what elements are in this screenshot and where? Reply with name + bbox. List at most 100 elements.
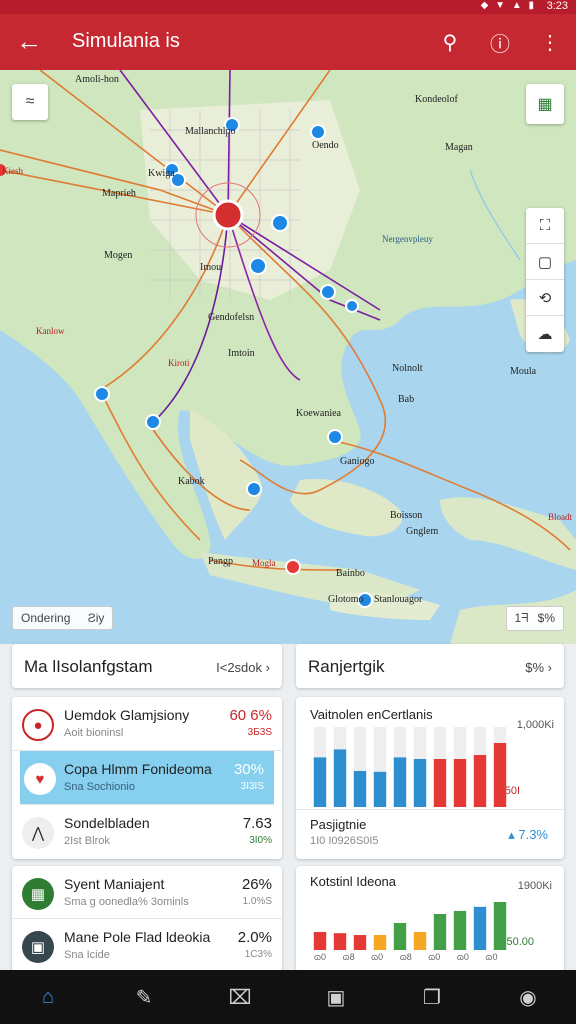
list-item[interactable]: ● Uemdok Glamjsiony Aoit bioninsl 60 6% … — [12, 697, 282, 751]
cloud-icon[interactable]: ☁ — [526, 316, 564, 352]
list-item[interactable]: ▣ Mane Pole Flad ldeokia Sna Icide 2.0% … — [12, 919, 282, 972]
right-card-title: Ranjertgik — [308, 657, 385, 676]
chart-bar — [333, 933, 347, 950]
square-icon[interactable]: ▢ — [526, 244, 564, 280]
ordering-label: Ondering — [21, 611, 71, 625]
price-suffix: $% — [537, 611, 555, 625]
chart-bar — [453, 911, 467, 950]
right-chart-card-2: Kotstinl Ideona 1900Ki 50.00 ɷ0 ɷ8 ɷ0 ɷ8 ɷ0 ɷ… — [296, 866, 564, 972]
chart-bar — [393, 923, 407, 950]
map-label: Nergenvpleuy — [382, 234, 433, 244]
divider — [296, 809, 564, 810]
status-time: 3:23 — [546, 0, 568, 12]
chart-bar — [393, 757, 407, 807]
list-item-sub: 2Ist Blrok — [64, 835, 110, 847]
chart-x-tick-label: ɷ0 — [485, 952, 498, 962]
hub-marker — [212, 199, 244, 231]
map-tool-stack: ⛶ ▢ ⟲ ☁ — [526, 208, 564, 352]
store-icon[interactable]: ⌧ — [218, 975, 262, 1019]
map-label: Mallanchlpo — [185, 126, 236, 137]
chart-x-labels: ɷ0 ɷ8 ɷ0 ɷ8 ɷ0 ɷ0 ɷ0 — [310, 952, 510, 966]
chart-bar — [433, 759, 447, 807]
list-item-value: 60 6% — [229, 707, 272, 724]
list-item-value: 26% — [241, 876, 272, 893]
chart-bar — [413, 759, 427, 807]
more-vert-icon[interactable]: ⋮ — [534, 26, 566, 58]
chart-x-tick-label: ɷ0 — [428, 952, 441, 962]
chart-bar — [373, 771, 387, 807]
list-item[interactable]: ▦ Syent Maniajent Sma g oonedla% 3ominls… — [12, 866, 282, 919]
price-pill[interactable]: 1ᖷ $% — [505, 606, 564, 631]
map-label: Kwiga — [148, 168, 175, 179]
island-center — [290, 479, 402, 537]
left-card-subtitle: I<2sdok › — [216, 659, 270, 675]
ordering-pill[interactable]: Ondering Ƨiy — [12, 606, 114, 630]
chart-bar — [333, 749, 347, 807]
arrow-left-icon[interactable]: ← — [14, 26, 44, 56]
map-label: Koewaniea — [296, 408, 341, 419]
map-label: Oendo — [312, 140, 339, 151]
map-label: Mogla — [252, 558, 276, 568]
red-pin — [285, 559, 301, 575]
list-item-value: 2.0% — [237, 929, 272, 946]
list-item-name: Uemdok Glamjsiony — [64, 707, 190, 723]
list-item[interactable]: ⋀ Sondelbladen 2Ist Blrok 7.63 3I0% — [12, 805, 282, 859]
right-card-subtitle: $% › — [525, 659, 552, 675]
list-item-name: Sondelbladen — [64, 815, 150, 831]
chart-y-top: 1900Ki — [517, 880, 552, 892]
map-label: Gendofelsn — [208, 312, 255, 323]
right-card-header[interactable]: Ranjertgik $% › — [296, 644, 564, 688]
chart-title: Vaitnolen enCertlanis — [310, 707, 433, 722]
chart-x-tick-label: ɷ0 — [314, 952, 327, 962]
layers-icon[interactable]: ≈ — [12, 84, 48, 120]
left-card-header[interactable]: Ma lIsolanfgstam I<2sdok › — [12, 644, 282, 688]
left-card-list-2: ▦ Syent Maniajent Sma g oonedla% 3ominls… — [12, 866, 282, 972]
clipboard-icon[interactable]: ❐ — [410, 975, 454, 1019]
chart-footer-value: ▴ 7.3% — [508, 827, 548, 842]
chart-footer-label: Pasjigtnie — [310, 817, 367, 832]
bottom-nav: ⌂ ✎ ⌧ ▣ ❐ ◉ — [0, 970, 576, 1024]
map-label: Boisson — [390, 510, 423, 521]
bar-chart-1 — [313, 727, 507, 807]
map-label: Moula — [510, 366, 537, 377]
dashboard-icon[interactable]: ▣ — [314, 975, 358, 1019]
map-label: Bainbo — [336, 568, 365, 579]
chart-bar — [473, 755, 487, 807]
map-view[interactable]: Amoli-hon Mallanchlpo Kwiga Mogen Maprie… — [0, 70, 576, 644]
profile-icon[interactable]: ◉ — [506, 975, 550, 1019]
map-label: Glotomo — [328, 594, 364, 605]
chevron-right-icon: › — [547, 659, 552, 675]
chart-bar — [493, 743, 507, 807]
left-card-list: ● Uemdok Glamjsiony Aoit bioninsl 60 6% … — [12, 697, 282, 859]
chart-bar — [493, 902, 507, 950]
status-bar: ◆ ▼ ▲ ▮ 3:23 — [0, 0, 576, 14]
map-label: Nolnolt — [392, 363, 423, 374]
fullscreen-icon[interactable]: ⛶ — [526, 208, 564, 244]
list-item-sub: Sna Icide — [64, 949, 110, 961]
chart-bar — [313, 932, 327, 950]
info-circle-icon[interactable]: ⓘ — [484, 26, 516, 58]
chart-bar — [353, 935, 367, 950]
explore-icon[interactable]: ✎ — [122, 975, 166, 1019]
person-pin-icon[interactable]: ⚲ — [434, 26, 466, 58]
list-item-selected[interactable]: ♥ Copa Hlmm Fonideoma Sna Sochionio 30% … — [20, 751, 274, 805]
map-label: Maprieh — [102, 188, 136, 199]
map-label: Ganiogo — [340, 456, 375, 467]
left-card-title: Ma lIsolanfgstam — [24, 657, 153, 676]
chart-x-tick-label: ɷ0 — [371, 952, 384, 962]
list-item-name: Syent Maniajent — [64, 876, 165, 892]
sync-icon[interactable]: ⟲ — [526, 280, 564, 316]
chart-y-bottom: 50.00 — [506, 936, 534, 948]
map-label: Kiesh — [2, 166, 23, 176]
chart-bar — [433, 914, 447, 950]
map-type-icon[interactable]: ▦ — [526, 84, 564, 124]
map-label: Stanlouagor — [374, 594, 423, 605]
split-icon: ⋀ — [22, 817, 54, 849]
bar-chart-2 — [313, 902, 507, 950]
grid-icon: ▦ — [22, 878, 54, 910]
app-bar: ← Simulania is ⚲ ⓘ ⋮ — [0, 14, 576, 70]
chart-x-tick-label: ɷ8 — [342, 952, 355, 962]
briefcase-icon: ▣ — [22, 931, 54, 963]
home-icon[interactable]: ⌂ — [26, 975, 70, 1019]
list-item-name: Mane Pole Flad ldeokia — [64, 929, 211, 945]
